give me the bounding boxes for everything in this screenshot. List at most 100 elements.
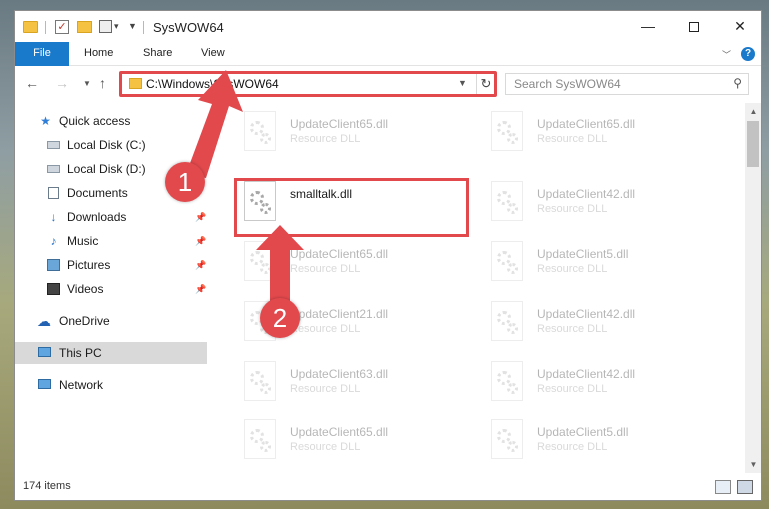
- file-item[interactable]: UpdateClient5.dll Resource DLL: [479, 239, 709, 283]
- film-icon: [47, 283, 60, 295]
- star-icon: ★: [40, 114, 51, 128]
- sidebar-item-label: Quick access: [59, 114, 131, 128]
- title-bar: ✓ ▾ ▼ SysWOW64 — ✕: [15, 11, 761, 42]
- file-name: UpdateClient65.dll: [290, 425, 389, 439]
- dll-file-icon: [491, 419, 523, 459]
- dll-file-icon: [244, 241, 276, 281]
- file-name: UpdateClient42.dll: [537, 187, 636, 201]
- file-type: Resource DLL: [537, 203, 608, 215]
- sidebar-item-label: Documents: [67, 186, 128, 200]
- file-type: Resource DLL: [290, 323, 361, 335]
- sidebar-item-label: Local Disk (C:): [67, 138, 146, 152]
- tab-view[interactable]: View: [201, 42, 225, 66]
- scroll-down-icon[interactable]: ▼: [745, 456, 761, 473]
- sidebar-item-pictures[interactable]: Pictures 📌: [15, 254, 207, 276]
- download-arrow-icon: ↓: [50, 210, 57, 224]
- file-name: UpdateClient65.dll: [290, 117, 389, 131]
- file-name: UpdateClient65.dll: [537, 117, 636, 131]
- expand-ribbon-icon[interactable]: ﹀: [722, 48, 731, 61]
- pin-icon[interactable]: 📌: [195, 206, 206, 228]
- sidebar-item-label: Downloads: [67, 210, 127, 224]
- search-input[interactable]: [506, 74, 724, 94]
- address-highlight-box: [119, 71, 497, 97]
- sidebar-item-videos[interactable]: Videos 📌: [15, 278, 207, 300]
- navigation-bar: ← → ▼ ↑ C:\Windows\SysWOW64 ▼ ↻ ⚲: [15, 67, 761, 101]
- search-icon[interactable]: ⚲: [733, 76, 742, 90]
- file-item[interactable]: UpdateClient42.dll Resource DLL: [479, 179, 709, 223]
- sidebar-item-label: Local Disk (D:): [67, 162, 146, 176]
- dll-file-icon: [491, 111, 523, 151]
- close-button[interactable]: ✕: [717, 11, 761, 42]
- details-view-icon[interactable]: [715, 480, 731, 494]
- document-icon: [48, 187, 59, 199]
- scrollbar-thumb[interactable]: [747, 121, 759, 167]
- file-item[interactable]: UpdateClient65.dll Resource DLL: [232, 417, 462, 461]
- file-name: UpdateClient65.dll: [290, 247, 389, 261]
- file-item[interactable]: UpdateClient65.dll Resource DLL: [232, 239, 462, 283]
- dll-file-icon: [491, 241, 523, 281]
- back-arrow-icon[interactable]: ←: [25, 75, 39, 91]
- large-icons-view-icon[interactable]: [737, 480, 753, 494]
- file-type: Resource DLL: [537, 263, 608, 275]
- sidebar-item-label: OneDrive: [59, 314, 110, 328]
- file-name: UpdateClient5.dll: [537, 247, 629, 261]
- maximize-button[interactable]: [671, 11, 717, 42]
- file-name: UpdateClient21.dll: [290, 307, 389, 321]
- dll-file-icon: [244, 361, 276, 401]
- rename-icon[interactable]: [99, 20, 112, 33]
- file-type: Resource DLL: [290, 133, 361, 145]
- sidebar-item-local-disk-c[interactable]: Local Disk (C:): [15, 134, 207, 156]
- file-item[interactable]: UpdateClient5.dll Resource DLL: [479, 417, 709, 461]
- sidebar-item-music[interactable]: ♪ Music 📌: [15, 230, 207, 252]
- file-item[interactable]: UpdateClient42.dll Resource DLL: [479, 359, 709, 403]
- file-item[interactable]: UpdateClient42.dll Resource DLL: [479, 299, 709, 343]
- customize-quick-access-icon[interactable]: ▼: [128, 21, 137, 39]
- vertical-scrollbar[interactable]: ▲ ▼: [745, 103, 761, 473]
- sidebar-item-quick-access[interactable]: ★ Quick access: [15, 110, 207, 132]
- divider: [45, 21, 46, 34]
- search-box[interactable]: ⚲: [505, 73, 749, 95]
- dll-file-icon: [244, 419, 276, 459]
- new-folder-icon[interactable]: [77, 21, 92, 33]
- drive-icon: [47, 141, 60, 149]
- window-title: SysWOW64: [153, 20, 224, 35]
- up-arrow-icon[interactable]: ↑: [99, 75, 106, 91]
- sidebar-item-downloads[interactable]: ↓ Downloads 📌: [15, 206, 207, 228]
- item-count: 174 items: [23, 480, 71, 492]
- dll-file-icon: [491, 181, 523, 221]
- tab-file[interactable]: File: [15, 42, 69, 66]
- file-item[interactable]: UpdateClient65.dll Resource DLL: [232, 109, 462, 153]
- file-type: Resource DLL: [537, 133, 608, 145]
- file-type: Resource DLL: [537, 441, 608, 453]
- pin-icon[interactable]: 📌: [195, 230, 206, 252]
- tab-home[interactable]: Home: [84, 42, 113, 66]
- file-highlight-box: [234, 178, 469, 237]
- tab-share[interactable]: Share: [143, 42, 172, 66]
- file-type: Resource DLL: [290, 383, 361, 395]
- file-item[interactable]: UpdateClient63.dll Resource DLL: [232, 359, 462, 403]
- file-type: Resource DLL: [537, 383, 608, 395]
- dll-file-icon: [491, 301, 523, 341]
- sidebar-item-this-pc[interactable]: This PC: [15, 342, 207, 364]
- chevron-down-icon[interactable]: ▾: [114, 21, 119, 39]
- dll-file-icon: [244, 111, 276, 151]
- ribbon-tabs: File Home Share View ﹀ ?: [15, 42, 761, 66]
- pin-icon[interactable]: 📌: [195, 278, 206, 300]
- help-icon[interactable]: ?: [741, 47, 755, 61]
- computer-icon: [38, 347, 51, 357]
- minimize-button[interactable]: —: [625, 11, 671, 42]
- forward-arrow-icon[interactable]: →: [55, 75, 69, 91]
- scroll-up-icon[interactable]: ▲: [745, 103, 761, 120]
- sidebar-item-network[interactable]: Network: [15, 374, 207, 396]
- recent-locations-icon[interactable]: ▼: [83, 79, 91, 88]
- file-type: Resource DLL: [290, 263, 361, 275]
- sidebar-item-label: Network: [59, 378, 104, 392]
- file-name: UpdateClient5.dll: [537, 425, 629, 439]
- sidebar-item-onedrive[interactable]: ☁ OneDrive: [15, 310, 207, 332]
- network-icon: [38, 379, 51, 389]
- pin-icon[interactable]: 📌: [195, 254, 206, 276]
- properties-check-icon[interactable]: ✓: [55, 20, 69, 34]
- file-item[interactable]: UpdateClient65.dll Resource DLL: [479, 109, 709, 153]
- file-type: Resource DLL: [290, 441, 361, 453]
- file-name: UpdateClient42.dll: [537, 307, 636, 321]
